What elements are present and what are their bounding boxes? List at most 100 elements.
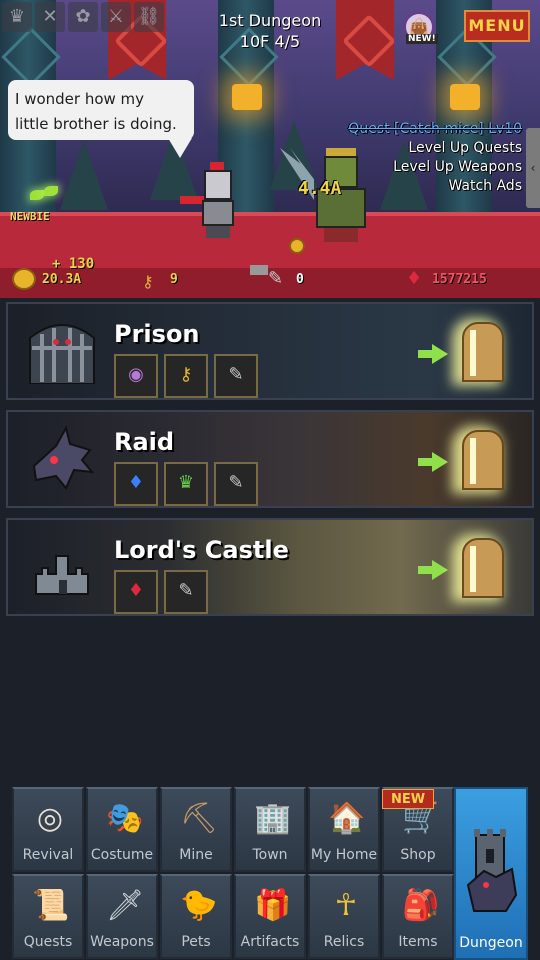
nav-label: Weapons	[90, 934, 154, 950]
ruby-count: 1577215	[432, 272, 487, 287]
dungeon-name: Raid	[114, 428, 175, 456]
gold-amount: 20.3A	[42, 272, 82, 287]
dungeon-tower-icon	[466, 825, 518, 915]
active-quest-label[interactable]: Quest [Catch mice] Lv10	[348, 120, 522, 139]
ruby-icon: ♦	[406, 268, 423, 289]
game-screen: ♛ ✕ ✿ ⚔ ⛓ 1st Dungeon 10F 4/5 👜 NEW! MEN…	[0, 0, 540, 960]
nav-pets[interactable]: 🐤 Pets	[160, 874, 232, 959]
torch	[450, 84, 480, 110]
top-icon-bar: ♛ ✕ ✿ ⚔ ⛓	[2, 2, 164, 32]
side-panel-tab[interactable]: ‹	[526, 128, 540, 208]
nav-label: Artifacts	[240, 934, 300, 950]
nav-artifacts[interactable]: 🎁 Artifacts	[234, 874, 306, 959]
treasure-chest-icon: 🎁	[254, 888, 292, 923]
quest-scroll-icon: 📜	[32, 888, 70, 923]
key-icon: ⚷	[142, 272, 154, 291]
floor-title: 1st Dungeon 10F 4/5	[200, 10, 340, 52]
mask-icon: 🎭	[106, 801, 144, 836]
leaf	[44, 186, 58, 196]
quick-action-list: Quest [Catch mice] Lv10 Level Up Quests …	[348, 120, 522, 196]
dungeon-card-raid[interactable]: Raid ♦ ♛ ✎	[6, 410, 534, 508]
sword-icon: 🗡	[106, 888, 145, 923]
arrow-right-icon	[418, 560, 448, 580]
ruby-icon: ♦	[114, 570, 158, 614]
nav-quests[interactable]: 📜 Quests	[12, 874, 84, 959]
revival-rune-icon: ◎	[36, 801, 64, 836]
shop-new-badge: NEW	[382, 789, 434, 809]
nav-label: Quests	[23, 934, 73, 950]
close-x-icon[interactable]: ✕	[35, 2, 65, 32]
level-up-quests-link[interactable]: Level Up Quests	[348, 139, 522, 158]
nav-label: Mine	[179, 847, 213, 863]
speech-line: I wonder how my	[15, 90, 145, 108]
sword-icon[interactable]: ⚔	[101, 2, 131, 32]
nav-relics[interactable]: ☥ Relics	[308, 874, 380, 959]
chick-icon: 🐤	[180, 888, 218, 923]
dungeon-name: Prison	[114, 320, 200, 348]
nav-town[interactable]: 🏢 Town	[234, 787, 306, 872]
dropped-item-icon[interactable]	[250, 265, 268, 275]
scroll-icon: ✎	[164, 570, 208, 614]
key-count: 9	[170, 272, 178, 287]
leaf	[30, 190, 44, 200]
dungeon-card-lords-castle[interactable]: Lord's Castle ♦ ✎	[6, 518, 534, 616]
tree	[60, 140, 108, 210]
enter-door-button[interactable]	[418, 322, 512, 382]
orc-legs	[324, 228, 358, 242]
door-icon	[462, 322, 504, 382]
arrow-right-icon	[418, 452, 448, 472]
dungeon-name: 1st Dungeon	[218, 11, 322, 30]
reward-list: ♦ ✎	[114, 570, 208, 614]
reward-list: ◉ ⚷ ✎	[114, 354, 258, 398]
door-icon	[462, 538, 504, 598]
helmet	[204, 170, 232, 200]
legs	[206, 226, 230, 238]
nav-label: Dungeon	[459, 935, 523, 951]
gold-gain: + 130	[52, 256, 95, 272]
newbie-label: NEWBIE	[10, 210, 50, 223]
green-crown-gem-icon: ♛	[164, 462, 208, 506]
knight-hero	[180, 162, 240, 240]
nav-items[interactable]: 🎒 Items	[382, 874, 454, 959]
nav-revival[interactable]: ◎ Revival	[12, 787, 84, 872]
nav-my-home[interactable]: 🏠 My Home	[308, 787, 380, 872]
dungeon-card-prison[interactable]: Prison ◉ ⚷ ✎	[6, 302, 534, 400]
dungeon-name: Lord's Castle	[114, 536, 289, 564]
scroll-count: 0	[296, 272, 304, 287]
door-icon	[462, 430, 504, 490]
key-icon: ⚷	[164, 354, 208, 398]
scroll-icon: ✎	[214, 354, 258, 398]
enter-door-button[interactable]	[418, 430, 512, 490]
nav-label: Town	[252, 847, 288, 863]
purple-token-icon: ◉	[114, 354, 158, 398]
scroll-icon: ✎	[268, 268, 284, 289]
nav-dungeon[interactable]: Dungeon	[454, 787, 528, 960]
floor-progress: 10F 4/5	[239, 32, 301, 51]
red-banner	[336, 0, 394, 80]
backpack-icon: 🎒	[402, 888, 440, 923]
level-up-weapons-link[interactable]: Level Up Weapons	[348, 158, 522, 177]
paw-icon[interactable]: ✿	[68, 2, 98, 32]
nav-label: Costume	[90, 847, 154, 863]
armor	[202, 200, 234, 226]
nav-mine[interactable]: ⛏ Mine	[160, 787, 232, 872]
reward-list: ♦ ♛ ✎	[114, 462, 258, 506]
chain-icon[interactable]: ⛓	[134, 2, 164, 32]
blue-gem-icon: ♦	[114, 462, 158, 506]
prison-gate-icon	[26, 318, 98, 385]
dropped-coin-icon[interactable]	[289, 238, 305, 254]
scroll-icon: ✎	[214, 462, 258, 506]
nav-label: Items	[398, 934, 438, 950]
minecart-icon: ⛏	[180, 801, 219, 836]
nav-costume[interactable]: 🎭 Costume	[86, 787, 158, 872]
house-icon: 🏠	[328, 801, 366, 836]
nav-label: My Home	[310, 847, 378, 863]
nav-weapons[interactable]: 🗡 Weapons	[86, 874, 158, 959]
watch-ads-link[interactable]: Watch Ads	[348, 177, 522, 196]
castle-icon	[26, 534, 98, 600]
trophy-icon[interactable]: ♛	[2, 2, 32, 32]
bottom-nav: ◎ Revival 🎭 Costume ⛏ Mine 🏢 Town 🏠 My H…	[12, 787, 528, 960]
menu-button[interactable]: MENU	[464, 10, 530, 42]
building-icon: 🏢	[254, 801, 292, 836]
enter-door-button[interactable]	[418, 538, 512, 598]
